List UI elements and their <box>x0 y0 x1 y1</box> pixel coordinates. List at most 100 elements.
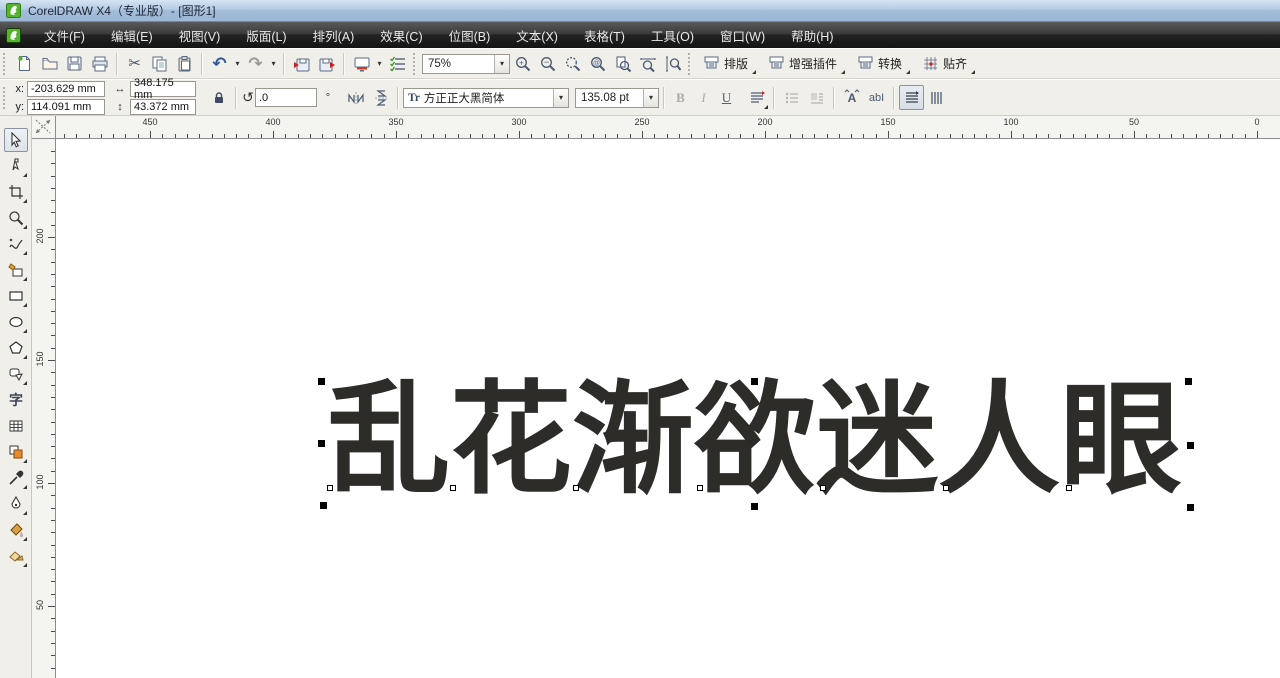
eyedropper-tool[interactable] <box>4 466 28 490</box>
menu-item-11[interactable]: 帮助(H) <box>778 22 846 49</box>
bold-button[interactable]: B <box>669 87 692 108</box>
export-button[interactable] <box>314 51 339 76</box>
character-node[interactable] <box>327 485 333 491</box>
menu-item-10[interactable]: 窗口(W) <box>707 22 778 49</box>
paste-button[interactable] <box>172 51 197 76</box>
selection-handle-top-middle[interactable] <box>751 378 758 385</box>
selection-handle-bottom-middle[interactable] <box>751 503 758 510</box>
interactive-blend-tool[interactable] <box>4 440 28 464</box>
zoom-selected-button[interactable] <box>560 51 585 76</box>
welcome-screen-button[interactable] <box>385 51 410 76</box>
cut-button[interactable]: ✂ <box>122 51 147 76</box>
font-size-combo[interactable]: 135.08 pt ▾ <box>575 88 659 108</box>
selection-handle-top-left[interactable] <box>318 378 325 385</box>
new-document-button[interactable] <box>12 51 37 76</box>
menu-item-1[interactable]: 编辑(E) <box>98 22 166 49</box>
zoom-to-page-button[interactable] <box>610 51 635 76</box>
menu-item-4[interactable]: 排列(A) <box>300 22 368 49</box>
toolbar-grip[interactable] <box>3 87 7 109</box>
undo-button[interactable]: ↶ <box>207 51 232 76</box>
rotation-angle-input[interactable]: .0 <box>255 88 317 107</box>
x-position-input[interactable]: -203.629 mm <box>27 81 105 97</box>
zoom-combo-dropdown[interactable]: ▾ <box>494 55 509 73</box>
zoom-tool[interactable] <box>4 206 28 230</box>
bulleted-list-button[interactable] <box>779 85 804 110</box>
character-node[interactable] <box>820 485 826 491</box>
mirror-horizontal-button[interactable] <box>343 85 368 110</box>
freehand-tool[interactable] <box>4 232 28 256</box>
selection-handle-bottom-right[interactable] <box>1187 504 1194 511</box>
plugin-button-enhance[interactable]: 增强插件 <box>762 52 843 75</box>
character-node[interactable] <box>450 485 456 491</box>
print-button[interactable] <box>87 51 112 76</box>
toolbar-grip[interactable] <box>3 53 7 75</box>
selection-handle-middle-left[interactable] <box>318 440 325 447</box>
menu-item-9[interactable]: 工具(O) <box>638 22 707 49</box>
selection-handle-middle-right[interactable] <box>1187 442 1194 449</box>
zoom-all-objects-button[interactable]: @ <box>585 51 610 76</box>
open-button[interactable] <box>37 51 62 76</box>
menu-item-2[interactable]: 视图(V) <box>166 22 234 49</box>
outline-pen-tool[interactable] <box>4 492 28 516</box>
smart-fill-tool[interactable] <box>4 258 28 282</box>
edit-text-button[interactable]: abI <box>864 85 889 110</box>
font-family-combo[interactable]: Tr 方正正大黑简体 ▾ <box>403 88 569 108</box>
object-height-input[interactable]: 43.372 mm <box>130 99 196 115</box>
basic-shapes-tool[interactable] <box>4 362 28 386</box>
zoom-out-button[interactable]: − <box>535 51 560 76</box>
plugin-button-typeset[interactable]: 排版 <box>697 52 754 75</box>
redo-dropdown[interactable]: ▾ <box>268 59 279 68</box>
shape-tool[interactable] <box>4 154 28 178</box>
italic-button[interactable]: I <box>692 87 715 108</box>
pick-tool[interactable] <box>4 128 28 152</box>
menu-item-5[interactable]: 效果(C) <box>367 22 435 49</box>
underline-button[interactable]: U <box>715 87 738 108</box>
save-button[interactable] <box>62 51 87 76</box>
rectangle-tool[interactable] <box>4 284 28 308</box>
object-width-input[interactable]: 348.175 mm <box>130 81 196 97</box>
font-size-dropdown[interactable]: ▾ <box>643 89 658 107</box>
interactive-fill-tool[interactable] <box>4 544 28 568</box>
plugin-button-convert[interactable]: 转换 <box>851 52 908 75</box>
ellipse-tool[interactable] <box>4 310 28 334</box>
selection-handle-bottom-left[interactable] <box>320 502 327 509</box>
table-tool[interactable] <box>4 414 28 438</box>
menu-item-3[interactable]: 版面(L) <box>233 22 299 49</box>
crop-tool[interactable] <box>4 180 28 204</box>
mirror-vertical-button[interactable] <box>368 85 393 110</box>
y-position-input[interactable]: 114.091 mm <box>27 99 105 115</box>
character-formatting-button[interactable]: A <box>839 85 864 110</box>
character-node[interactable] <box>1066 485 1072 491</box>
text-alignment-button[interactable] <box>744 85 769 110</box>
fill-tool[interactable] <box>4 518 28 542</box>
toolbar-grip[interactable] <box>413 53 417 75</box>
copy-button[interactable] <box>147 51 172 76</box>
zoom-level-combo[interactable]: 75% ▾ <box>422 54 510 74</box>
application-launcher-button[interactable] <box>349 51 374 76</box>
redo-button[interactable]: ↷ <box>243 51 268 76</box>
menu-item-8[interactable]: 表格(T) <box>571 22 638 49</box>
horizontal-ruler[interactable]: 450400350300250200150100500 <box>56 116 1280 139</box>
character-node[interactable] <box>573 485 579 491</box>
character-node[interactable] <box>697 485 703 491</box>
polygon-tool[interactable] <box>4 336 28 360</box>
zoom-in-button[interactable]: + <box>510 51 535 76</box>
selection-center-marker[interactable]: × <box>747 438 753 449</box>
toolbar-grip[interactable] <box>688 53 692 75</box>
ruler-origin[interactable] <box>32 116 56 139</box>
undo-dropdown[interactable]: ▾ <box>232 59 243 68</box>
horizontal-text-button[interactable] <box>899 85 924 110</box>
plugin-button-snap[interactable]: 贴齐 <box>916 52 973 75</box>
menu-item-7[interactable]: 文本(X) <box>503 22 571 49</box>
launcher-dropdown[interactable]: ▾ <box>374 59 385 68</box>
drawing-canvas[interactable]: 乱花渐欲迷人眼 × <box>56 139 1280 678</box>
vertical-text-button[interactable] <box>924 85 949 110</box>
lock-ratio-button[interactable] <box>206 85 231 110</box>
font-combo-dropdown[interactable]: ▾ <box>553 89 568 107</box>
zoom-to-width-button[interactable] <box>635 51 660 76</box>
menu-item-6[interactable]: 位图(B) <box>436 22 504 49</box>
menu-item-0[interactable]: 文件(F) <box>31 22 98 49</box>
text-tool[interactable]: 字 <box>4 388 28 412</box>
zoom-to-height-button[interactable] <box>660 51 685 76</box>
import-button[interactable] <box>289 51 314 76</box>
